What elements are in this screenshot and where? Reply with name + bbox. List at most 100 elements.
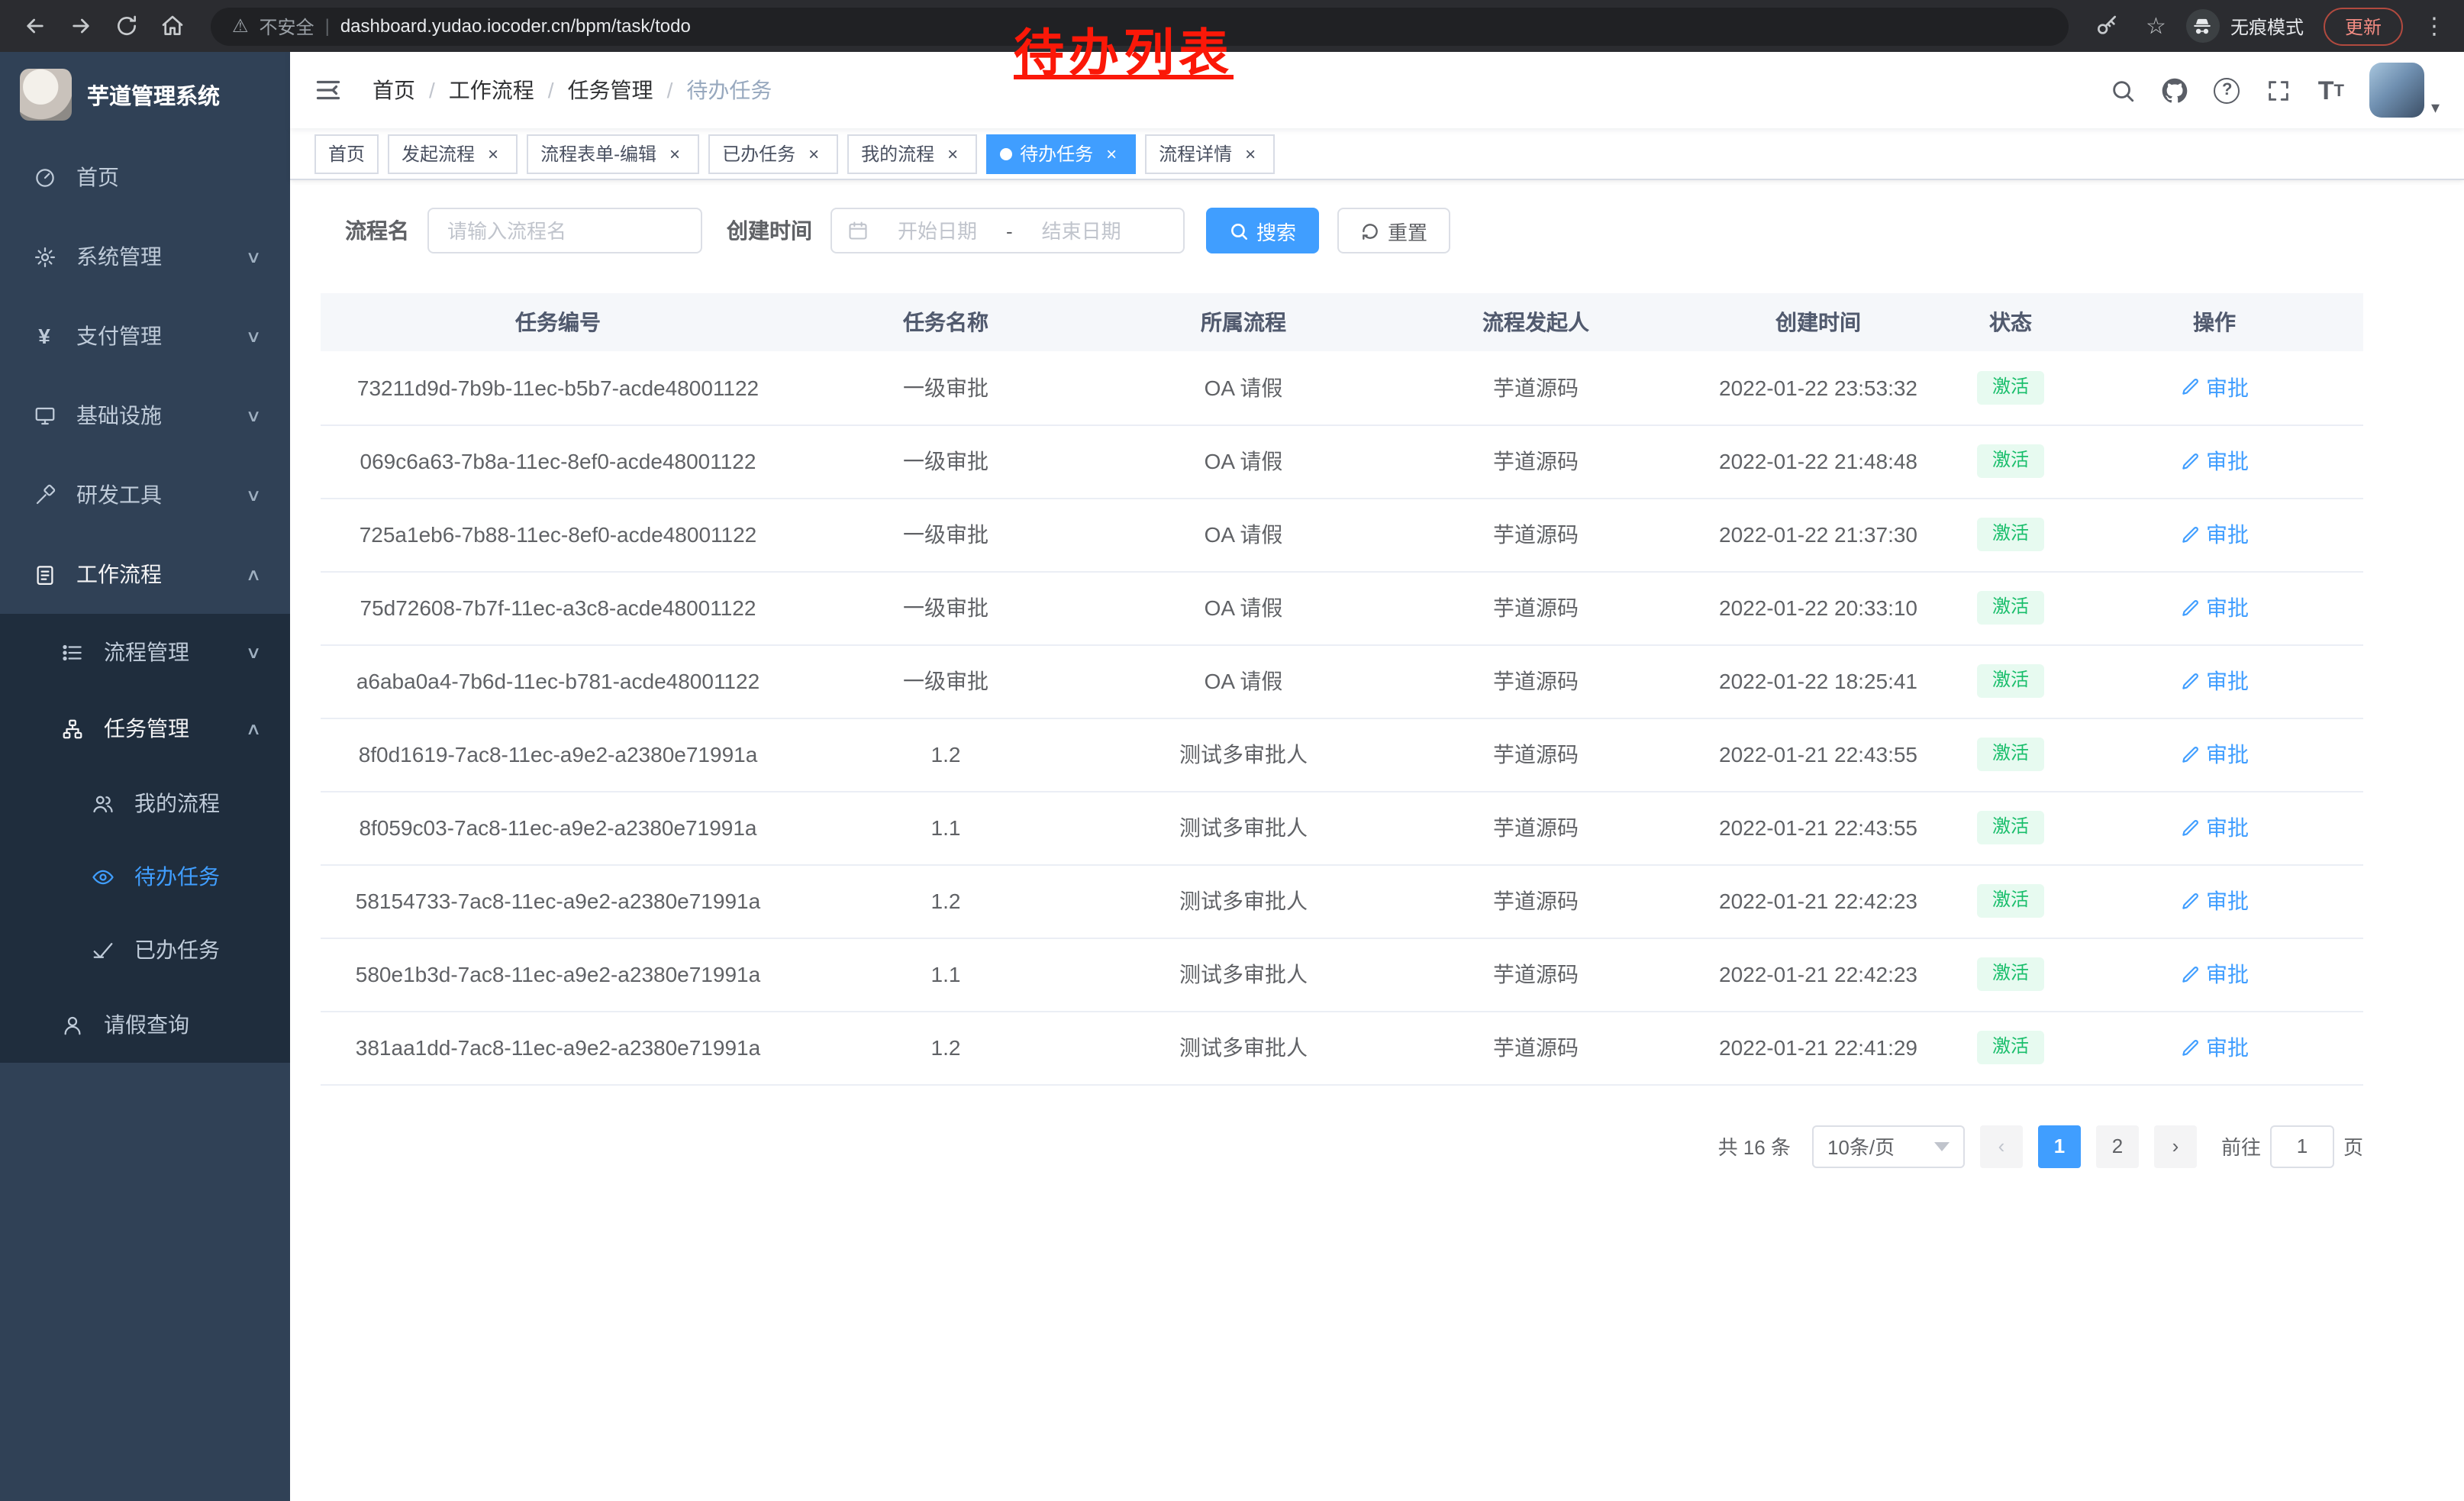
help-button[interactable]: ? bbox=[2214, 77, 2240, 103]
cell-status: 激活 bbox=[1956, 1011, 2066, 1084]
tab-my-process[interactable]: 我的流程 × bbox=[847, 134, 977, 173]
approve-link[interactable]: 审批 bbox=[2180, 812, 2249, 843]
tab-home[interactable]: 首页 bbox=[314, 134, 379, 173]
sidebar-item-infra[interactable]: 基础设施 ∨ bbox=[0, 376, 290, 455]
end-date-input[interactable] bbox=[1022, 219, 1141, 242]
page-button-2[interactable]: 2 bbox=[2096, 1125, 2139, 1167]
browser-actions: ☆ 无痕模式 更新 ⋮ bbox=[2086, 6, 2449, 46]
page-button-1[interactable]: 1 bbox=[2038, 1125, 2081, 1167]
sidebar-item-label: 待办任务 bbox=[134, 861, 220, 892]
close-icon[interactable]: × bbox=[1101, 143, 1122, 164]
bookmark-star-icon[interactable]: ☆ bbox=[2146, 12, 2166, 40]
security-label: 不安全 bbox=[260, 13, 314, 39]
close-icon[interactable]: × bbox=[803, 143, 824, 164]
tab-label: 已办任务 bbox=[722, 140, 795, 166]
sidebar-item-label: 任务管理 bbox=[104, 713, 189, 744]
eye-icon bbox=[89, 865, 116, 888]
sidebar-item-payment[interactable]: ¥ 支付管理 ∨ bbox=[0, 296, 290, 376]
approve-link[interactable]: 审批 bbox=[2180, 739, 2249, 770]
dashboard-icon bbox=[31, 166, 58, 189]
close-icon[interactable]: × bbox=[942, 143, 963, 164]
edit-icon bbox=[2180, 964, 2200, 984]
page-size-select[interactable]: 10条/页 bbox=[1812, 1125, 1965, 1167]
tab-start-process[interactable]: 发起流程 × bbox=[388, 134, 518, 173]
cell-create-time: 2022-01-21 22:43:55 bbox=[1681, 791, 1956, 864]
process-name-input[interactable] bbox=[427, 208, 702, 253]
cell-starter: 芋道源码 bbox=[1391, 938, 1681, 1011]
sidebar-item-leave-query[interactable]: 请假查询 bbox=[0, 986, 290, 1063]
browser-update-button[interactable]: 更新 bbox=[2324, 7, 2403, 45]
reset-button[interactable]: 重置 bbox=[1337, 208, 1450, 253]
approve-link[interactable]: 审批 bbox=[2180, 592, 2249, 623]
approve-link[interactable]: 审批 bbox=[2180, 373, 2249, 403]
sidebar-item-todo-task[interactable]: 待办任务 bbox=[0, 840, 290, 913]
sidebar-item-process-mgmt[interactable]: 流程管理 ∨ bbox=[0, 614, 290, 690]
sidebar-item-home[interactable]: 首页 bbox=[0, 137, 290, 217]
close-icon[interactable]: × bbox=[482, 143, 504, 164]
sidebar-item-workflow[interactable]: 工作流程 ∧ bbox=[0, 534, 290, 614]
breadcrumb-task-mgmt[interactable]: 任务管理 bbox=[568, 75, 653, 105]
approve-link[interactable]: 审批 bbox=[2180, 519, 2249, 550]
approve-link[interactable]: 审批 bbox=[2180, 959, 2249, 989]
close-icon[interactable]: × bbox=[664, 143, 685, 164]
tab-label: 发起流程 bbox=[402, 140, 475, 166]
sidebar-item-devtools[interactable]: 研发工具 ∨ bbox=[0, 455, 290, 534]
date-range-picker[interactable]: - bbox=[830, 208, 1185, 253]
goto-page-input[interactable] bbox=[2270, 1125, 2334, 1167]
address-bar[interactable]: ⚠ 不安全 | dashboard.yudao.iocoder.cn/bpm/t… bbox=[211, 7, 2068, 45]
sidebar-item-label: 系统管理 bbox=[76, 241, 162, 272]
user-menu[interactable]: ▾ bbox=[2370, 63, 2440, 118]
search-button[interactable] bbox=[2111, 77, 2137, 103]
sidebar-item-task-mgmt[interactable]: 任务管理 ∧ bbox=[0, 690, 290, 767]
browser-back-button[interactable] bbox=[15, 6, 55, 46]
approve-link[interactable]: 审批 bbox=[2180, 666, 2249, 696]
cell-process: 测试多审批人 bbox=[1096, 1011, 1391, 1084]
table-row: 725a1eb6-7b88-11ec-8ef0-acde48001122 一级审… bbox=[321, 498, 2363, 571]
breadcrumb-home[interactable]: 首页 bbox=[373, 75, 415, 105]
tab-done-task[interactable]: 已办任务 × bbox=[708, 134, 838, 173]
cell-process: OA 请假 bbox=[1096, 351, 1391, 424]
close-icon[interactable]: × bbox=[1240, 143, 1261, 164]
fullscreen-button[interactable] bbox=[2266, 77, 2292, 103]
pagination: 共 16 条 10条/页 ‹ 1 2 › 前往 页 bbox=[321, 1125, 2363, 1213]
status-badge: 激活 bbox=[1977, 664, 2044, 697]
cell-task-id: 75d72608-7b7f-11ec-a3c8-acde48001122 bbox=[321, 571, 795, 644]
start-date-input[interactable] bbox=[878, 219, 997, 242]
status-badge: 激活 bbox=[1977, 591, 2044, 624]
browser-refresh-button[interactable] bbox=[107, 6, 147, 46]
font-size-button[interactable]: TT bbox=[2318, 77, 2344, 103]
sidebar: 芋道管理系统 首页 系统管理 ∨ ¥ 支付管理 ∨ bbox=[0, 52, 290, 1501]
incognito-indicator: 无痕模式 bbox=[2186, 9, 2304, 43]
prev-page-button[interactable]: ‹ bbox=[1980, 1125, 2023, 1167]
browser-home-button[interactable] bbox=[153, 6, 192, 46]
cell-task-name: 1.2 bbox=[795, 1011, 1096, 1084]
table-row: 069c6a63-7b8a-11ec-8ef0-acde48001122 一级审… bbox=[321, 424, 2363, 498]
cell-status: 激活 bbox=[1956, 718, 2066, 791]
search-button[interactable]: 搜索 bbox=[1206, 208, 1319, 253]
sidebar-item-my-process[interactable]: 我的流程 bbox=[0, 767, 290, 840]
sidebar-item-system[interactable]: 系统管理 ∨ bbox=[0, 217, 290, 296]
app-logo-row[interactable]: 芋道管理系统 bbox=[0, 52, 290, 137]
tab-form-edit[interactable]: 流程表单-编辑 × bbox=[527, 134, 699, 173]
approve-link[interactable]: 审批 bbox=[2180, 1032, 2249, 1063]
next-page-button[interactable]: › bbox=[2154, 1125, 2197, 1167]
cell-actions: 审批 bbox=[2066, 791, 2363, 864]
approve-link[interactable]: 审批 bbox=[2180, 886, 2249, 916]
tab-process-detail[interactable]: 流程详情 × bbox=[1145, 134, 1275, 173]
person-icon bbox=[58, 1013, 85, 1036]
sidebar-item-done-task[interactable]: 已办任务 bbox=[0, 913, 290, 986]
edit-icon bbox=[2180, 378, 2200, 398]
password-key-button[interactable] bbox=[2086, 6, 2126, 46]
tab-todo-task[interactable]: 待办任务 × bbox=[986, 134, 1136, 173]
browser-forward-button[interactable] bbox=[61, 6, 101, 46]
tab-label: 待办任务 bbox=[1020, 140, 1093, 166]
breadcrumb-workflow[interactable]: 工作流程 bbox=[449, 75, 534, 105]
sidebar-collapse-button[interactable] bbox=[314, 73, 348, 107]
cell-task-name: 1.2 bbox=[795, 718, 1096, 791]
approve-link[interactable]: 审批 bbox=[2180, 446, 2249, 476]
workflow-submenu: 流程管理 ∨ 任务管理 ∧ 我的流程 bbox=[0, 614, 290, 1063]
browser-menu-button[interactable]: ⋮ bbox=[2423, 12, 2446, 40]
cell-process: 测试多审批人 bbox=[1096, 938, 1391, 1011]
goto-suffix: 页 bbox=[2343, 1131, 2363, 1160]
github-button[interactable] bbox=[2162, 77, 2188, 103]
